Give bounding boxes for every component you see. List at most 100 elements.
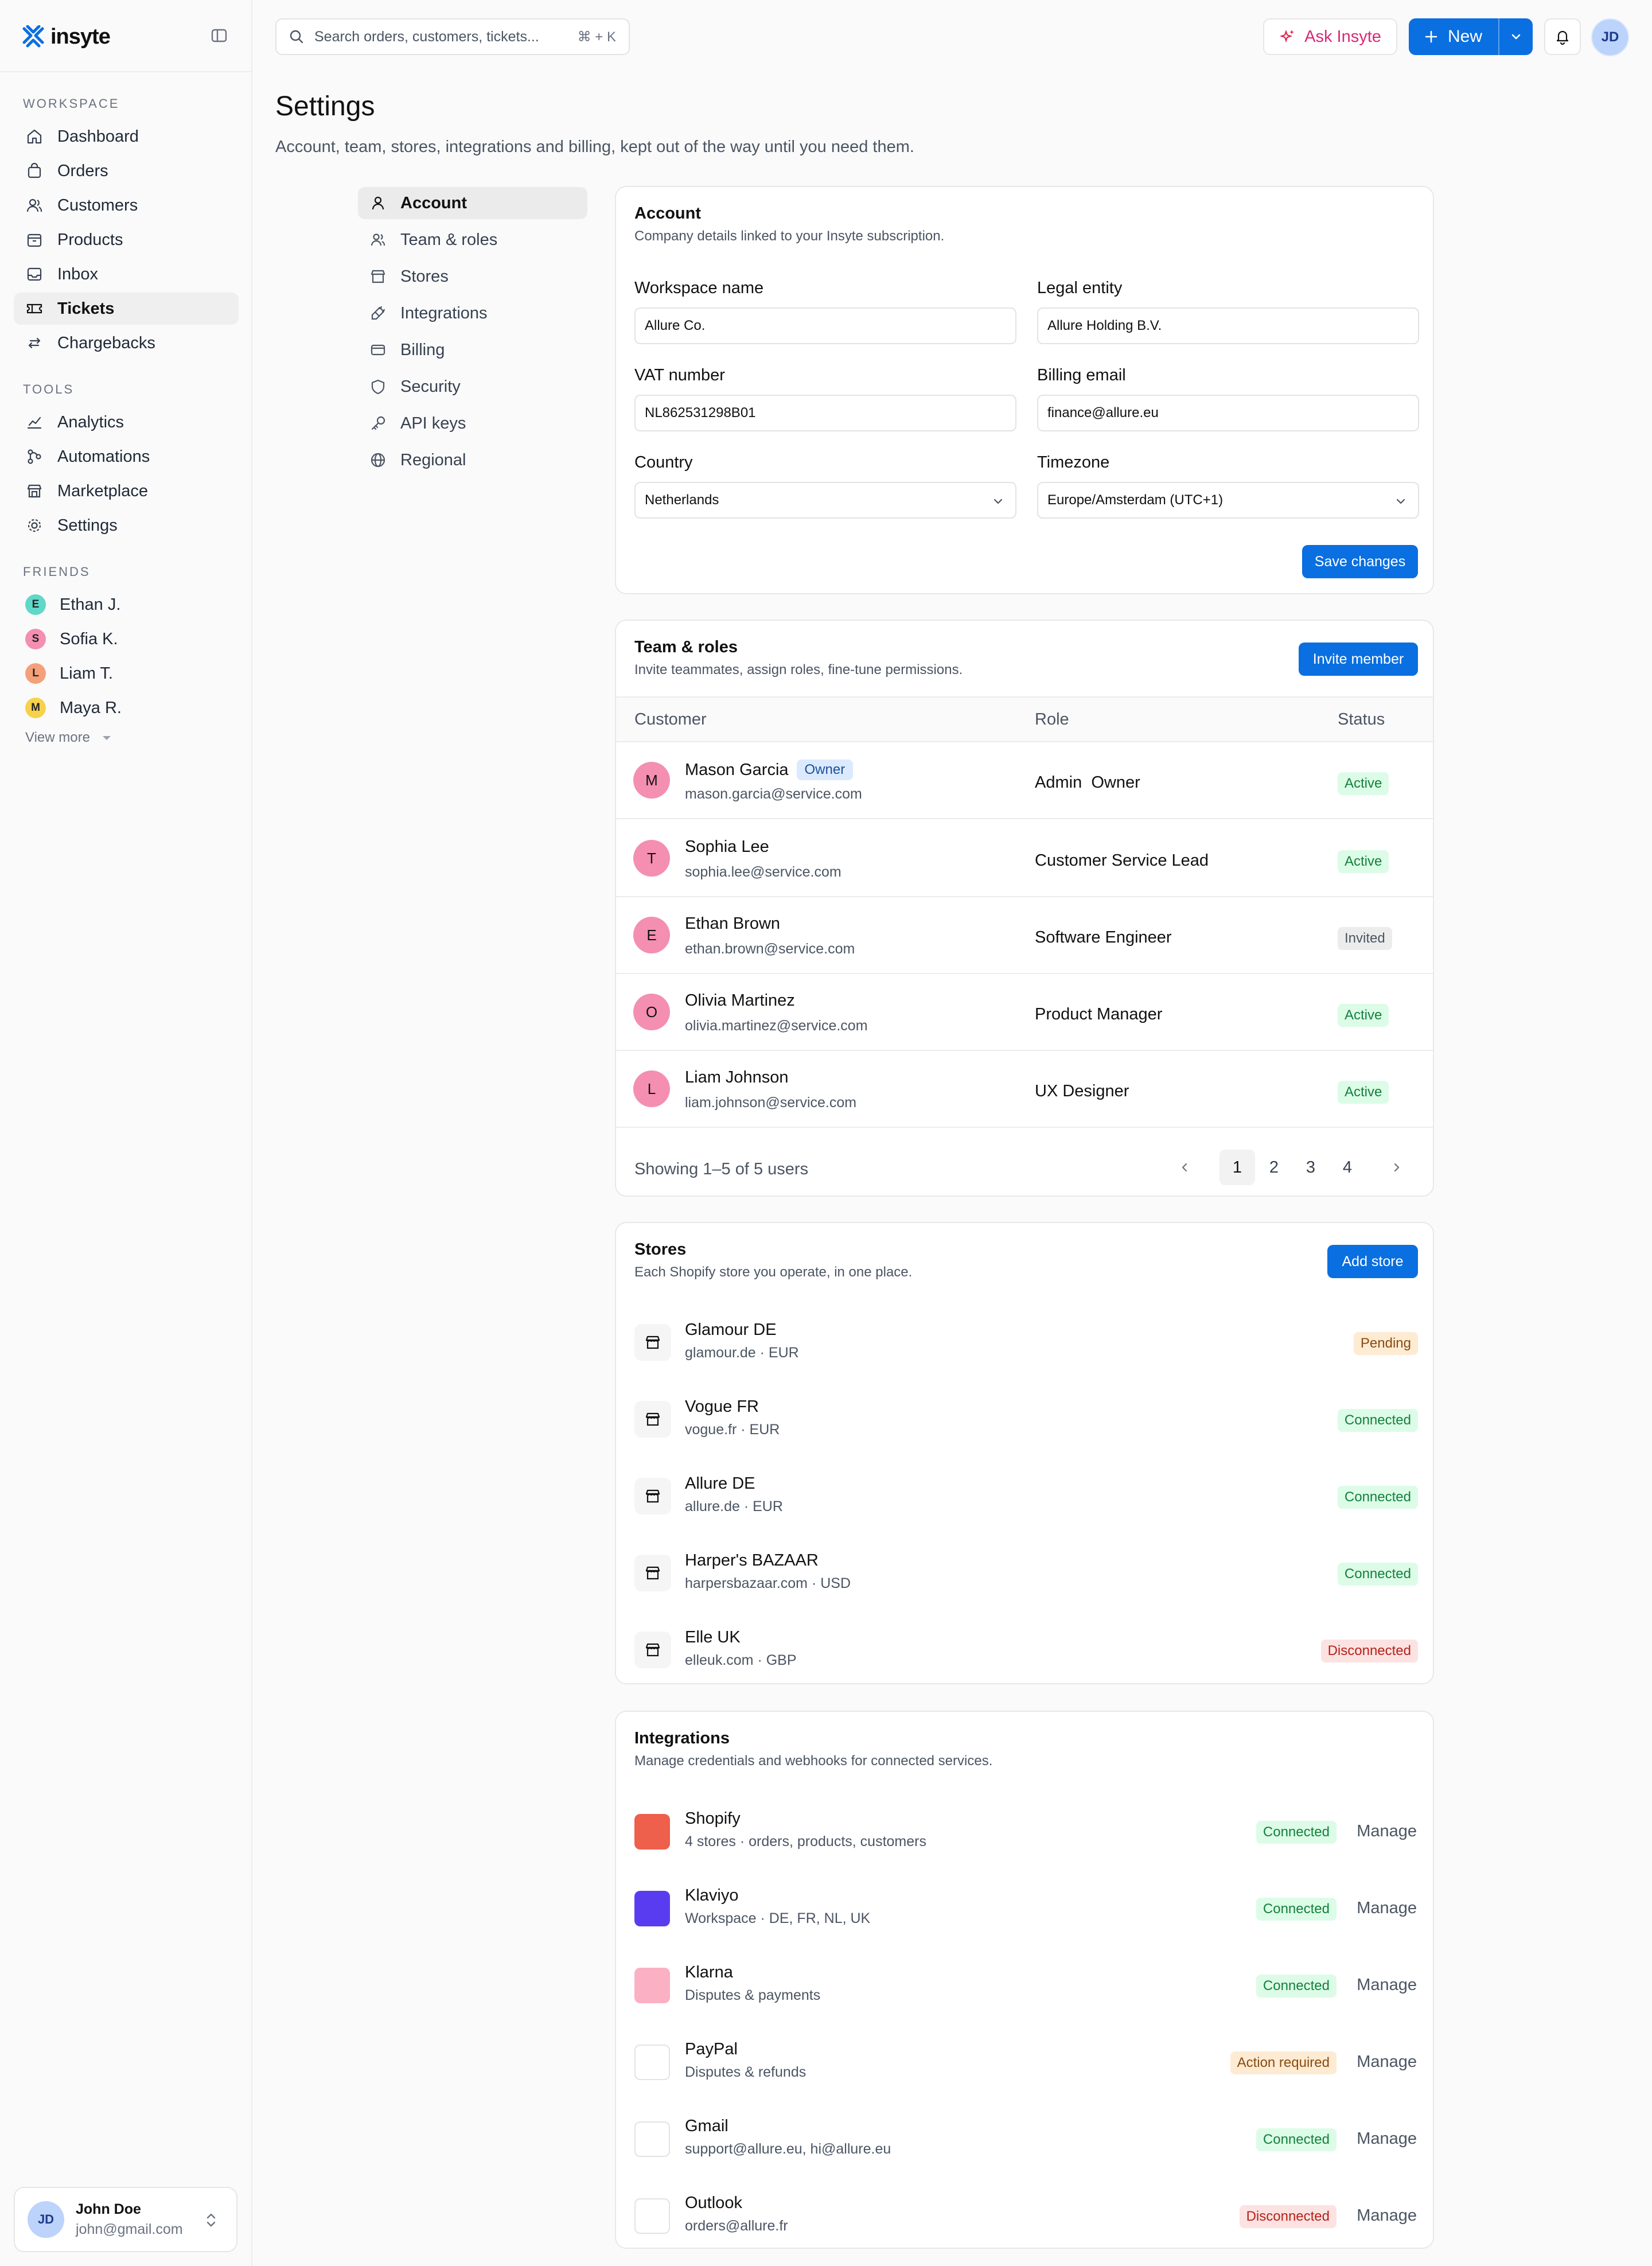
save-changes-button[interactable]: Save changes: [1302, 545, 1418, 578]
list-item[interactable]: Glamour DE glamour.de · EUR Pending: [616, 1313, 1433, 1376]
search-icon: [290, 30, 303, 44]
settings-tab-account[interactable]: Account: [358, 187, 587, 219]
status-badge: Invited: [1338, 927, 1392, 950]
notifications-button[interactable]: [1544, 18, 1581, 55]
manage-button[interactable]: Manage: [1357, 1822, 1417, 1841]
timezone-label: Timezone: [1037, 453, 1110, 472]
list-item: Klarna Disputes & payments Connected Man…: [616, 1955, 1433, 2018]
manage-button[interactable]: Manage: [1357, 2129, 1417, 2148]
list-item[interactable]: Elle UK elleuk.com · GBP Disconnected: [616, 1620, 1433, 1683]
table-row[interactable]: E Ethan Brown ethan.brown@service.com So…: [616, 897, 1433, 974]
friend-item[interactable]: M Maya R.: [14, 692, 239, 724]
friend-item[interactable]: E Ethan J.: [14, 589, 239, 621]
store-icon: [371, 270, 385, 283]
shield-icon: [371, 379, 385, 395]
user-account-switcher[interactable]: JD John Doe john@gmail.com: [14, 2187, 237, 2252]
global-search-input[interactable]: Search orders, customers, tickets... ⌘ +…: [275, 18, 630, 55]
table-row[interactable]: O Olivia Martinez olivia.martinez@servic…: [616, 974, 1433, 1051]
sidebar-item-chargebacks[interactable]: Chargebacks: [14, 327, 239, 359]
gear-icon: [28, 519, 41, 532]
settings-tab-regional[interactable]: Regional: [358, 444, 587, 476]
pagination-page-2[interactable]: 2: [1256, 1150, 1292, 1185]
pagination-prev-button[interactable]: [1167, 1150, 1202, 1185]
brand-name: insyte: [50, 24, 111, 49]
stores-card: Stores Each Shopify store you operate, i…: [615, 1222, 1434, 1684]
table-row[interactable]: M Mason Garcia Owner mason.garcia@service…: [616, 742, 1433, 819]
status-badge: Active: [1338, 850, 1389, 873]
user-avatar-button[interactable]: JD: [1591, 18, 1629, 56]
sidebar-item-inbox[interactable]: Inbox: [14, 258, 239, 290]
workspace-name-input[interactable]: Allure Co.: [634, 307, 1016, 344]
manage-button[interactable]: Manage: [1357, 1899, 1417, 1918]
view-more-button[interactable]: View more: [25, 730, 115, 746]
chevron-down-icon: [1396, 499, 1405, 504]
sidebar-item-orders[interactable]: Orders: [14, 155, 239, 187]
ask-insyte-button[interactable]: Ask Insyte: [1263, 18, 1397, 55]
country-select[interactable]: Netherlands: [634, 482, 1016, 519]
settings-tab-billing[interactable]: Billing: [358, 334, 587, 366]
table-row[interactable]: T Sophia Lee sophia.lee@service.com Cust…: [616, 820, 1433, 897]
team-description: Invite teammates, assign roles, fine-tun…: [634, 662, 963, 678]
pagination-page-3[interactable]: 3: [1293, 1150, 1328, 1185]
list-item[interactable]: Allure DE allure.de · EUR Connected: [616, 1466, 1433, 1529]
new-button[interactable]: New: [1409, 18, 1498, 55]
list-item[interactable]: Harper's BAZAAR harpersbazaar.com · USD …: [616, 1543, 1433, 1606]
sidebar-item-dashboard[interactable]: Dashboard: [14, 120, 239, 153]
invite-member-button[interactable]: Invite member: [1299, 643, 1418, 676]
sidebar-item-automations[interactable]: Automations: [14, 441, 239, 473]
settings-tab-stores[interactable]: Stores: [358, 260, 587, 293]
plus-icon: [1425, 30, 1437, 43]
timezone-select[interactable]: Europe/Amsterdam (UTC+1): [1037, 482, 1419, 519]
settings-tab-security[interactable]: Security: [358, 371, 587, 403]
search-placeholder: Search orders, customers, tickets...: [314, 28, 539, 45]
member-role: Customer Service Lead: [1035, 851, 1209, 870]
list-item[interactable]: Vogue FR vogue.fr · EUR Connected: [616, 1389, 1433, 1453]
settings-tab-team[interactable]: Team & roles: [358, 224, 587, 256]
sidebar-item-tickets[interactable]: Tickets: [14, 293, 239, 325]
friend-avatar: E: [25, 594, 46, 615]
manage-button[interactable]: Manage: [1357, 2206, 1417, 2225]
manage-button[interactable]: Manage: [1357, 1976, 1417, 1995]
column-header: Role: [1035, 710, 1069, 729]
sidebar-item-settings[interactable]: Settings: [14, 509, 239, 542]
integrations-description: Manage credentials and webhooks for conn…: [634, 1753, 993, 1769]
brand[interactable]: insyte: [22, 23, 231, 50]
sidebar-divider: [0, 71, 252, 72]
store-icon: [634, 1478, 671, 1514]
integration-meta: support@allure.eu, hi@allure.eu: [685, 2141, 891, 2157]
account-title: Account: [634, 204, 701, 223]
package-icon: [27, 233, 42, 247]
klaviyo-logo-icon: [634, 1891, 670, 1926]
pagination-next-button[interactable]: [1379, 1150, 1415, 1185]
manage-button[interactable]: Manage: [1357, 2053, 1417, 2072]
new-dropdown-button[interactable]: [1499, 18, 1533, 55]
integrations-title: Integrations: [634, 1729, 730, 1747]
chevron-down-icon: [993, 499, 1003, 504]
list-item: Gmail support@allure.eu, hi@allure.eu Co…: [616, 2109, 1433, 2172]
pagination-page-4[interactable]: 4: [1330, 1150, 1365, 1185]
status-badge: Connected: [1337, 1486, 1418, 1509]
integration-meta: Disputes & payments: [685, 1987, 821, 2003]
sidebar-item-products[interactable]: Products: [14, 224, 239, 256]
sidebar-item-customers[interactable]: Customers: [14, 189, 239, 221]
friend-item[interactable]: L Liam T.: [14, 657, 239, 690]
sidebar-item-marketplace[interactable]: Marketplace: [14, 475, 239, 507]
store-meta: allure.de · EUR: [685, 1498, 783, 1514]
member-role: Admin Owner: [1035, 773, 1140, 792]
store-meta: elleuk.com · GBP: [685, 1652, 797, 1668]
friend-item[interactable]: S Sofia K.: [14, 623, 239, 655]
pagination-page-1[interactable]: 1: [1219, 1150, 1255, 1185]
column-header: Customer: [634, 710, 707, 729]
collapse-sidebar-button[interactable]: [210, 26, 231, 47]
vat-number-input[interactable]: NL862531298B01: [634, 395, 1016, 431]
settings-tab-integrations[interactable]: Integrations: [358, 297, 587, 329]
shopify-logo-icon: [634, 1814, 670, 1850]
billing-email-input[interactable]: finance@allure.eu: [1037, 395, 1419, 431]
sidebar-item-analytics[interactable]: Analytics: [14, 406, 239, 438]
avatar: JD: [28, 2201, 64, 2238]
table-row[interactable]: L Liam Johnson liam.johnson@service.com …: [616, 1051, 1433, 1128]
legal-entity-input[interactable]: Allure Holding B.V.: [1037, 307, 1419, 344]
inbox-icon: [27, 267, 42, 281]
settings-tab-api-keys[interactable]: API keys: [358, 407, 587, 439]
add-store-button[interactable]: Add store: [1327, 1245, 1418, 1278]
